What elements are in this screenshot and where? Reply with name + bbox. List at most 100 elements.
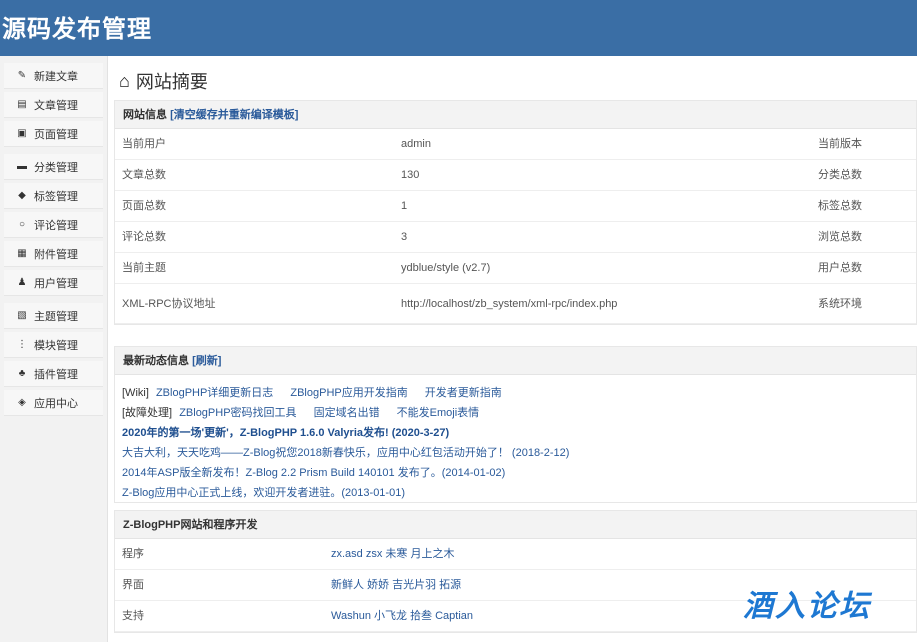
news-link[interactable]: 2020年的第一场'更新'，Z-BlogPHP 1.6.0 Valyria发布!… — [122, 427, 449, 439]
fault-link[interactable]: 固定域名出错 — [314, 407, 380, 419]
home-icon: ⌂ — [119, 70, 130, 91]
wiki-link[interactable]: ZBlogPHP应用开发指南 — [290, 387, 407, 399]
site-info-title: 网站信息 [清空缓存并重新编译模板] — [115, 101, 916, 129]
edit-icon: ✎ — [17, 70, 27, 81]
fault-link[interactable]: ZBlogPHP密码找回工具 — [179, 407, 296, 419]
info-value: admin — [401, 138, 431, 150]
sidebar-item-plugins[interactable]: ♣ 插件管理 — [4, 361, 103, 387]
document-icon: ▤ — [17, 99, 27, 110]
folder-icon: ▬ — [17, 161, 27, 172]
news-body: [Wiki] ZBlogPHP详细更新日志 ZBlogPHP应用开发指南 开发者… — [115, 375, 916, 502]
info-right-label: 用户总数 — [818, 262, 862, 274]
info-value: 1 — [401, 200, 408, 212]
sidebar-item-label: 应用中心 — [34, 397, 78, 410]
info-row: 评论总数 3 浏览总数 — [115, 222, 916, 253]
news-link[interactable]: 大吉大利，天天吃鸡——Z-Blog祝您2018新春快乐，应用中心红包活动开始了！… — [122, 447, 569, 459]
sidebar-item-label: 文章管理 — [34, 99, 78, 112]
fault-line: [故障处理] ZBlogPHP密码找回工具 固定域名出错 不能发Emoji表情 — [122, 403, 916, 423]
info-right-label: 当前版本 — [818, 138, 862, 150]
app-title: 源码发布管理 — [2, 16, 152, 43]
sidebar-item-label: 新建文章 — [34, 70, 78, 83]
sidebar-item-app-center[interactable]: ◈ 应用中心 — [4, 390, 103, 416]
site-info-panel: 网站信息 [清空缓存并重新编译模板] 当前用户 admin 当前版本 文章总数 … — [114, 100, 917, 325]
tag-icon: ◆ — [18, 190, 26, 201]
info-value: 130 — [401, 169, 420, 181]
plugin-icon: ♣ — [18, 368, 26, 379]
sidebar-item-label: 插件管理 — [34, 368, 78, 381]
sidebar-item-label: 用户管理 — [34, 277, 78, 290]
wiki-link[interactable]: 开发者更新指南 — [425, 387, 502, 399]
news-panel: 最新动态信息 [刷新] [Wiki] ZBlogPHP详细更新日志 ZBlogP… — [114, 346, 917, 503]
info-label: XML-RPC协议地址 — [122, 298, 216, 310]
sidebar-item-articles[interactable]: ▤ 文章管理 — [4, 92, 103, 118]
info-label: 页面总数 — [122, 200, 166, 212]
info-right-label: 分类总数 — [818, 169, 862, 181]
dev-label: 支持 — [122, 610, 144, 622]
sidebar-item-categories[interactable]: ▬ 分类管理 — [4, 154, 103, 180]
main-content: ⌂ 网站摘要 网站信息 [清空缓存并重新编译模板] 当前用户 admin 当前版… — [109, 56, 917, 642]
sidebar-item-pages[interactable]: ▣ 页面管理 — [4, 121, 103, 147]
wiki-link[interactable]: ZBlogPHP详细更新日志 — [156, 387, 273, 399]
fault-label: [故障处理] — [122, 407, 173, 419]
sidebar-item-comments[interactable]: ○ 评论管理 — [4, 212, 103, 238]
news-link[interactable]: 2014年ASP版全新发布！Z-Blog 2.2 Prism Build 140… — [122, 467, 505, 479]
info-label: 当前用户 — [122, 138, 166, 150]
sidebar-item-tags[interactable]: ◆ 标签管理 — [4, 183, 103, 209]
sidebar-item-label: 标签管理 — [34, 190, 78, 203]
info-right-label: 浏览总数 — [818, 231, 862, 243]
sidebar-item-label: 分类管理 — [34, 161, 78, 174]
refresh-link[interactable]: [刷新] — [192, 355, 221, 367]
app-center-icon: ◈ — [18, 397, 26, 408]
watermark: 酒入论坛 — [743, 590, 871, 623]
wiki-label: [Wiki] — [122, 387, 149, 399]
sidebar-item-new-article[interactable]: ✎ 新建文章 — [4, 63, 103, 89]
info-row: 当前用户 admin 当前版本 — [115, 129, 916, 160]
sidebar-item-label: 评论管理 — [34, 219, 78, 232]
dev-value[interactable]: Washun 小飞龙 拾叁 Captian — [331, 601, 473, 632]
clear-cache-link[interactable]: [清空缓存并重新编译模板] — [170, 109, 298, 121]
info-right-label: 系统环境 — [818, 298, 862, 310]
info-row: 当前主题 ydblue/style (v2.7) 用户总数 — [115, 253, 916, 284]
news-item: Z-Blog应用中心正式上线，欢迎开发者进驻。(2013-01-01) — [122, 483, 916, 503]
info-value: http://localhost/zb_system/xml-rpc/index… — [401, 298, 618, 310]
dev-title: Z-BlogPHP网站和程序开发 — [115, 511, 916, 539]
news-title: 最新动态信息 [刷新] — [115, 347, 916, 375]
info-row: 文章总数 130 分类总数 — [115, 160, 916, 191]
sidebar-item-users[interactable]: ♟ 用户管理 — [4, 270, 103, 296]
dev-label: 程序 — [122, 548, 144, 560]
sidebar-item-themes[interactable]: ▧ 主题管理 — [4, 303, 103, 329]
news-item: 2020年的第一场'更新'，Z-BlogPHP 1.6.0 Valyria发布!… — [122, 423, 916, 443]
dev-label: 界面 — [122, 579, 144, 591]
top-header-bar: 源码发布管理 — [0, 0, 917, 56]
info-row: XML-RPC协议地址 http://localhost/zb_system/x… — [115, 284, 916, 324]
theme-icon: ▧ — [17, 310, 27, 321]
sidebar-item-label: 附件管理 — [34, 248, 78, 261]
news-item: 大吉大利，天天吃鸡——Z-Blog祝您2018新春快乐，应用中心红包活动开始了！… — [122, 443, 916, 463]
wiki-line: [Wiki] ZBlogPHP详细更新日志 ZBlogPHP应用开发指南 开发者… — [122, 383, 916, 403]
sidebar-item-attachments[interactable]: ▦ 附件管理 — [4, 241, 103, 267]
info-label: 评论总数 — [122, 231, 166, 243]
dev-value[interactable]: zx.asd zsx 未寒 月上之木 — [331, 539, 454, 570]
dev-row: 程序 zx.asd zsx 未寒 月上之木 — [115, 539, 916, 570]
site-info-heading: 网站信息 — [123, 109, 167, 121]
sidebar-item-modules[interactable]: ⋮ 模块管理 — [4, 332, 103, 358]
attachment-icon: ▦ — [17, 248, 27, 259]
dev-value[interactable]: 新鲜人 娇娇 吉光片羽 拓源 — [331, 570, 461, 601]
sidebar-item-label: 页面管理 — [34, 128, 78, 141]
page-title: 网站摘要 — [135, 72, 208, 92]
info-label: 文章总数 — [122, 169, 166, 181]
info-value: ydblue/style (v2.7) — [401, 262, 491, 274]
user-icon: ♟ — [17, 277, 27, 288]
news-link[interactable]: Z-Blog应用中心正式上线，欢迎开发者进驻。(2013-01-01) — [122, 487, 405, 499]
sidebar: ✎ 新建文章 ▤ 文章管理 ▣ 页面管理 ▬ 分类管理 ◆ 标签管理 ○ 评论管… — [0, 56, 108, 642]
news-heading: 最新动态信息 — [123, 355, 189, 367]
info-label: 当前主题 — [122, 262, 166, 274]
sidebar-item-label: 主题管理 — [34, 310, 78, 323]
module-icon: ⋮ — [17, 339, 27, 350]
page-icon: ▣ — [17, 128, 27, 139]
news-item: 2014年ASP版全新发布！Z-Blog 2.2 Prism Build 140… — [122, 463, 916, 483]
fault-link[interactable]: 不能发Emoji表情 — [397, 407, 480, 419]
info-row: 页面总数 1 标签总数 — [115, 191, 916, 222]
info-value: 3 — [401, 231, 408, 243]
page-header: ⌂ 网站摘要 — [119, 69, 208, 93]
